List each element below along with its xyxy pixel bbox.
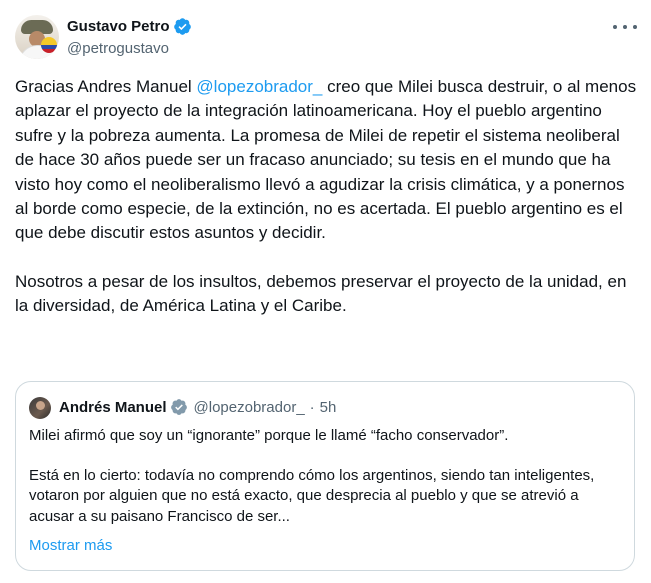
more-dot (613, 25, 617, 29)
quoted-tweet[interactable]: Andrés Manuel @lopezobrador_ · 5h Milei … (15, 381, 635, 571)
author-avatar[interactable] (15, 15, 59, 59)
quoted-verified-badge-icon (170, 399, 187, 415)
tweet-paragraph-1-start: Gracias Andres Manuel (15, 77, 197, 96)
quoted-tweet-text: Milei afirmó que soy un “ignorante” porq… (29, 426, 625, 527)
quoted-separator: · (309, 398, 315, 416)
quoted-timestamp[interactable]: 5h (320, 399, 337, 416)
avatar-flag-shape (41, 37, 57, 53)
mention-link[interactable]: @lopezobrador_ (196, 77, 322, 96)
quoted-tweet-header: Andrés Manuel @lopezobrador_ · 5h (59, 398, 336, 416)
tweet-paragraph-2: Nosotros a pesar de los insultos, debemo… (15, 271, 627, 316)
more-dot (623, 25, 627, 29)
author-handle[interactable]: @petrogustavo (67, 40, 169, 57)
quoted-paragraph-2: Está en lo cierto: todavía no comprendo … (29, 467, 595, 525)
verified-badge-icon (173, 18, 191, 35)
quoted-author-name[interactable]: Andrés Manuel (59, 399, 167, 416)
quoted-paragraph-1: Milei afirmó que soy un “ignorante” porq… (29, 427, 509, 444)
more-options-icon[interactable] (613, 19, 637, 35)
author-name-row: Gustavo Petro (67, 17, 192, 36)
quoted-author-avatar[interactable] (29, 397, 51, 419)
more-dot (633, 25, 637, 29)
tweet-card[interactable]: Gustavo Petro @petrogustavo Gracias Andr… (0, 0, 651, 583)
show-more-link[interactable]: Mostrar más (29, 537, 112, 554)
quoted-avatar-face-shape (36, 401, 45, 410)
tweet-paragraph-1: Gracias Andres Manuel @lopezobrador_ cre… (15, 75, 637, 246)
quoted-author-handle[interactable]: @lopezobrador_ (194, 399, 305, 416)
tweet-paragraph-1-rest: creo que Milei busca destruir, o al meno… (15, 77, 637, 243)
author-display-name[interactable]: Gustavo Petro (67, 18, 170, 35)
tweet-text: Gracias Andres Manuel @lopezobrador_ cre… (15, 75, 637, 319)
